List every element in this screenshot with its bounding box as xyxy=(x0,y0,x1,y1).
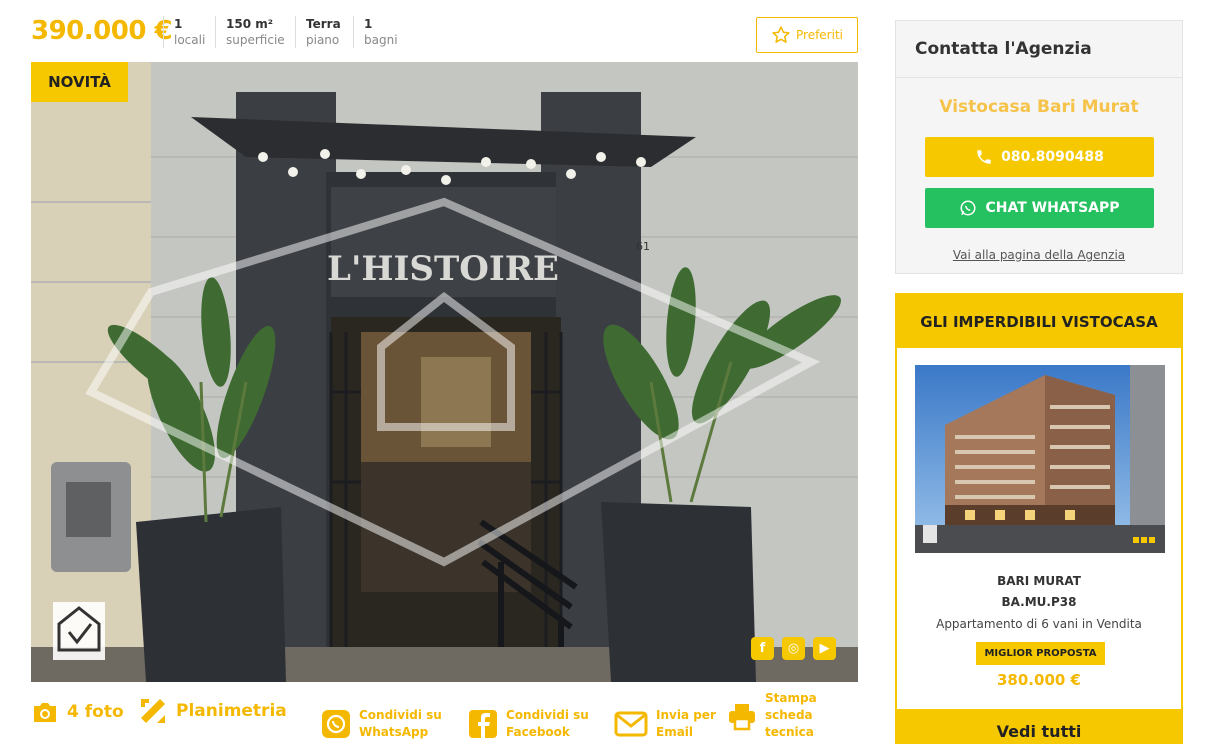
agency-name: Vistocasa Bari Murat xyxy=(939,97,1139,117)
stat-surface-value: 150 m² xyxy=(226,17,273,31)
share-facebook-button[interactable]: Condividi su Facebook xyxy=(468,707,590,741)
best-offer-badge: MIGLIOR PROPOSTA xyxy=(976,642,1105,665)
print-sheet-label: Stampa scheda tecnica xyxy=(765,691,817,739)
whatsapp-icon xyxy=(960,200,976,216)
photos-button[interactable]: 4 foto xyxy=(31,700,124,724)
ruler-pencil-icon xyxy=(141,699,165,723)
printer-icon xyxy=(729,703,755,730)
favorite-label: Preferiti xyxy=(796,28,843,42)
stat-surface-label: superficie xyxy=(226,33,285,47)
photos-label: 4 foto xyxy=(67,702,124,722)
view-all-button[interactable]: Vedi tutti xyxy=(897,709,1181,744)
agency-logo-icon xyxy=(53,602,105,660)
contact-agency-panel: Contatta l'Agenzia Vistocasa Bari Murat … xyxy=(895,20,1183,274)
stat-bathrooms-label: bagni xyxy=(364,33,398,47)
listing-main-photo[interactable]: L'HISTOIRE 61 NOVITÀ f ◎ ▶ xyxy=(31,62,858,682)
share-whatsapp-button[interactable]: Condividi su WhatsApp xyxy=(321,707,443,741)
send-email-label: Invia per Email xyxy=(656,708,716,739)
call-agency-button[interactable]: 080.8090488 xyxy=(925,137,1154,177)
stat-floor-label: piano xyxy=(306,33,340,47)
store-sign-text: L'HISTOIRE xyxy=(327,249,559,289)
send-email-button[interactable]: Invia per Email xyxy=(614,707,716,741)
whatsapp-chat-label: CHAT WHATSAPP xyxy=(985,200,1120,216)
storefront-illustration: L'HISTOIRE 61 xyxy=(31,62,858,682)
instagram-icon[interactable]: ◎ xyxy=(782,637,805,660)
featured-ref: BA.MU.P38 xyxy=(1001,595,1077,609)
stat-floor: Terra piano xyxy=(295,16,341,48)
featured-title: GLI IMPERDIBILI VISTOCASA xyxy=(897,295,1181,348)
listing-price: 390.000 € xyxy=(31,16,173,46)
badge-new: NOVITÀ xyxy=(31,62,128,102)
building-illustration xyxy=(915,365,1165,553)
featured-listing-photo[interactable] xyxy=(915,365,1165,553)
featured-listings-panel: GLI IMPERDIBILI VISTOCASA BARI MURAT BA.… xyxy=(895,293,1183,744)
floorplan-label: Planimetria xyxy=(176,701,287,721)
star-icon xyxy=(772,26,790,43)
featured-price: 380.000 € xyxy=(997,671,1081,689)
featured-zone: BARI MURAT xyxy=(997,574,1081,588)
share-whatsapp-label: Condividi su WhatsApp xyxy=(359,708,442,739)
whatsapp-icon xyxy=(322,710,350,738)
whatsapp-chat-button[interactable]: CHAT WHATSAPP xyxy=(925,188,1154,228)
facebook-icon[interactable]: f xyxy=(751,637,774,660)
envelope-icon xyxy=(614,711,648,737)
door-number: 61 xyxy=(636,240,650,253)
stat-surface: 150 m² superficie xyxy=(215,16,285,48)
floorplan-button[interactable]: Planimetria xyxy=(138,696,287,726)
share-facebook-label: Condividi su Facebook xyxy=(506,708,589,739)
stat-rooms: 1 locali xyxy=(163,16,205,48)
facebook-icon xyxy=(469,710,497,738)
phone-number: 080.8090488 xyxy=(1001,149,1104,165)
stat-bathrooms-value: 1 xyxy=(364,17,373,31)
stat-bathrooms: 1 bagni xyxy=(353,16,398,48)
stat-rooms-label: locali xyxy=(174,33,206,47)
phone-icon xyxy=(977,150,991,164)
photo-social-icons: f ◎ ▶ xyxy=(751,637,836,660)
favorite-button[interactable]: Preferiti xyxy=(756,17,858,53)
stat-rooms-value: 1 xyxy=(174,17,183,31)
camera-icon xyxy=(34,703,56,722)
print-sheet-button[interactable]: Stampa scheda tecnica xyxy=(727,690,820,741)
youtube-icon[interactable]: ▶ xyxy=(813,637,836,660)
agency-page-link[interactable]: Vai alla pagina della Agenzia xyxy=(896,248,1182,262)
stat-floor-value: Terra xyxy=(306,17,341,31)
featured-description: Appartamento di 6 vani in Vendita xyxy=(936,617,1142,631)
contact-title: Contatta l'Agenzia xyxy=(896,21,1182,78)
